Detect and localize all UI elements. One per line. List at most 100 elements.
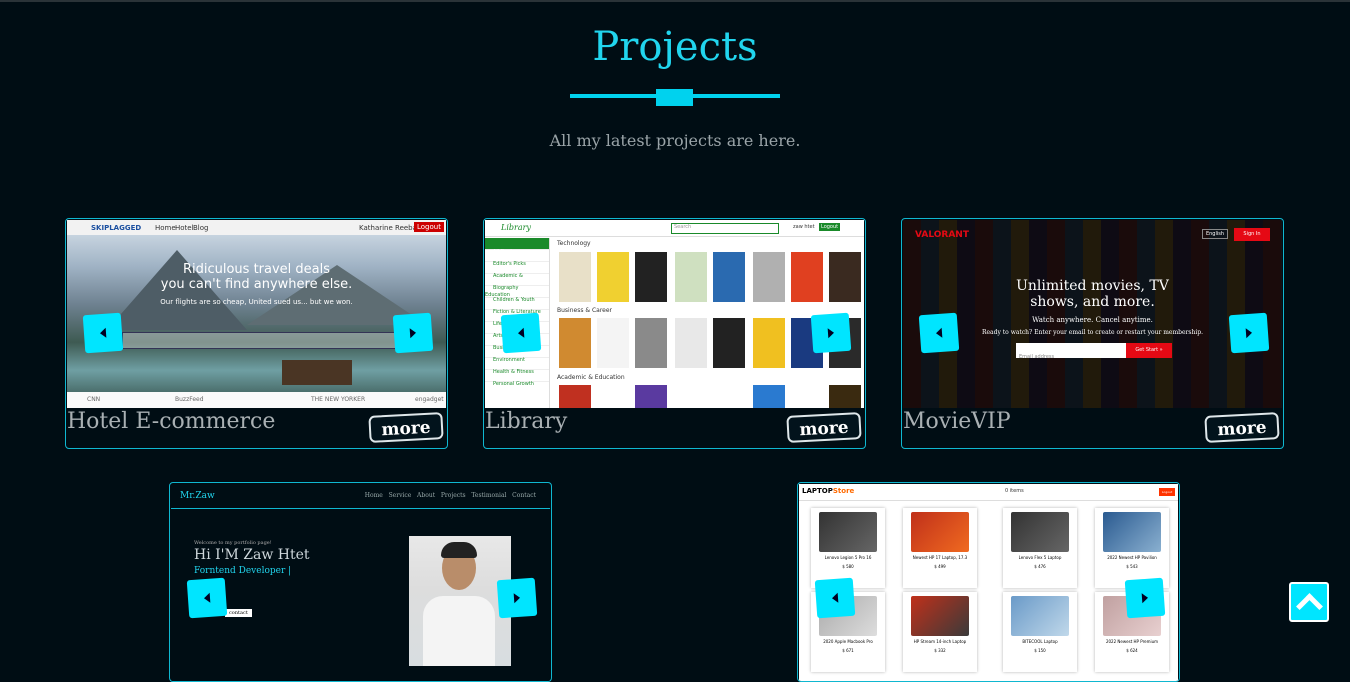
product-image <box>911 596 969 636</box>
screenshot-email-placeholder: Email address <box>1019 354 1055 360</box>
screenshot-navbar: Library Search zaw htet Logout <box>485 220 864 237</box>
carousel-prev-button[interactable] <box>500 312 542 354</box>
book-cover <box>597 318 629 368</box>
screenshot-headline: Unlimited movies, TV shows, and more. <box>903 278 1282 310</box>
screenshot-search-form <box>122 332 404 349</box>
caret-left-icon <box>99 327 107 339</box>
product-name: Lenovo Flex 5 Laptop <box>1018 555 1062 560</box>
screenshot-sidebar-item: Health & Fitness <box>485 358 549 375</box>
project-title: MovieVIP <box>903 409 1011 434</box>
screenshot-profile-hair <box>441 542 477 558</box>
screenshot-logo-part: Store <box>832 487 855 495</box>
more-button[interactable]: more <box>368 412 444 443</box>
screenshot-navbar: LAPTOPStore 0 items Logout <box>799 484 1178 501</box>
product-name: Lenovo Legion 5 Pro 16 <box>824 555 872 560</box>
product-name: HP Stream 14-inch Laptop <box>913 639 967 644</box>
screenshot-logout: Logout <box>414 222 444 232</box>
screenshot-cta-label: Get Start » <box>1135 347 1163 353</box>
screenshot-nav-item: Hotel <box>175 224 194 232</box>
screenshot-navbar: Mr.Zaw Home Service About Projects Testi… <box>171 484 550 509</box>
product-price: $ 476 <box>1034 564 1046 569</box>
product-price: $ 543 <box>1126 564 1138 569</box>
screenshot-sidebar-item: All Books <box>485 238 549 255</box>
caret-right-icon <box>1141 592 1149 604</box>
product-image <box>911 512 969 552</box>
book-cover <box>675 252 707 302</box>
book-cover <box>635 252 667 302</box>
carousel-next-button[interactable] <box>392 312 434 354</box>
book-cover <box>635 385 667 408</box>
product-card: Newest HP 17 Laptop, 17.3 $ 499 <box>903 508 977 588</box>
project-screenshot: SKIPLAGGED Home Hotel Blog Katharine Ree… <box>67 220 446 408</box>
product-price: $ 499 <box>934 564 946 569</box>
caret-right-icon <box>1245 327 1253 339</box>
screenshot-nav-item: Projects <box>440 492 466 499</box>
screenshot-headline-line: you can't find anywhere else. <box>160 277 353 292</box>
press-logo: engadget <box>415 396 444 403</box>
project-title: Library <box>485 409 568 434</box>
book-cover <box>829 385 861 408</box>
screenshot-contact: contact <box>225 609 252 617</box>
carousel-next-button[interactable] <box>496 577 538 619</box>
carousel-prev-button[interactable] <box>918 312 960 354</box>
product-name: 2022 Newest HP Pavilion <box>1107 555 1157 560</box>
book-cover <box>829 252 861 302</box>
product-name: BITECOOL Laptop <box>1022 639 1058 644</box>
project-screenshot: VALORANT English Sign In Unlimited movie… <box>903 220 1282 408</box>
screenshot-headline-line: Ridiculous travel deals <box>182 262 331 277</box>
title-divider-box <box>656 89 693 106</box>
product-name: Newest HP 17 Laptop, 17.3 <box>912 555 968 560</box>
screenshot-language: English <box>1201 229 1228 239</box>
book-cover <box>635 318 667 368</box>
project-card-hotel: SKIPLAGGED Home Hotel Blog Katharine Ree… <box>65 218 448 449</box>
screenshot-signin: Sign In <box>1234 228 1270 241</box>
screenshot-logo: Mr.Zaw <box>180 491 215 501</box>
product-price: $ 150 <box>1034 648 1046 653</box>
carousel-next-button[interactable] <box>810 312 852 354</box>
product-price: $ 624 <box>1126 648 1138 653</box>
screenshot-line: Watch anywhere. Cancel anytime. <box>1032 316 1153 324</box>
product-name: 2022 Newest HP Premium <box>1105 639 1159 644</box>
caret-right-icon <box>409 327 417 339</box>
more-button[interactable]: more <box>786 412 862 443</box>
carousel-prev-button[interactable] <box>82 312 124 354</box>
screenshot-nav-item: About <box>417 492 436 499</box>
book-cover <box>559 252 591 302</box>
screenshot-sidebar-item: Children & Youth <box>485 286 549 303</box>
screenshot-tagline: Our flights are so cheap, United sued us… <box>160 298 353 306</box>
screenshot-navbar: SKIPLAGGED Home Hotel Blog Katharine Ree… <box>67 220 446 235</box>
screenshot-search: Search <box>671 223 779 234</box>
screenshot-nav-links: Home Service About Projects Testimonial … <box>365 492 536 499</box>
screenshot-logo: LAPTOPStore <box>802 487 854 495</box>
caret-left-icon <box>203 592 211 604</box>
screenshot-nav-item: Contact <box>512 492 536 499</box>
screenshot-logo: Library <box>501 223 531 232</box>
caret-left-icon <box>831 592 839 604</box>
book-cover <box>713 252 745 302</box>
product-card: Lenovo Legion 5 Pro 16 $ 580 <box>811 508 885 588</box>
press-logo: THE NEW YORKER <box>311 396 366 403</box>
screenshot-headline-line: shows, and more. <box>1030 294 1155 310</box>
screenshot-greeting: Hi I'M Zaw Htet <box>194 547 310 563</box>
book-cover <box>675 318 707 368</box>
press-logo: BuzzFeed <box>175 396 204 403</box>
carousel-prev-button[interactable] <box>186 577 228 619</box>
book-cover <box>597 252 629 302</box>
caret-left-icon <box>935 327 943 339</box>
screenshot-headline: Ridiculous travel deals you can't find a… <box>67 262 446 292</box>
product-card: 2022 Newest HP Pavilion $ 543 <box>1095 508 1169 588</box>
product-name: 2020 Apple Macbook Pro <box>823 639 873 644</box>
screenshot-sidebar-item: Personal Growth <box>485 370 549 387</box>
top-border <box>0 0 1350 2</box>
more-button[interactable]: more <box>1204 412 1280 443</box>
screenshot-cart: 0 items <box>1005 488 1024 494</box>
scroll-to-top-button[interactable] <box>1289 582 1329 622</box>
screenshot-logout: Logout <box>1159 488 1175 496</box>
chevron-up-icon <box>1295 592 1323 620</box>
carousel-next-button[interactable] <box>1228 312 1270 354</box>
screenshot-logout-label: Logout <box>1161 490 1173 494</box>
screenshot-section-label: Business & Career <box>557 307 613 314</box>
carousel-next-button[interactable] <box>1124 577 1166 619</box>
screenshot-cabin <box>282 360 352 385</box>
carousel-prev-button[interactable] <box>814 577 856 619</box>
